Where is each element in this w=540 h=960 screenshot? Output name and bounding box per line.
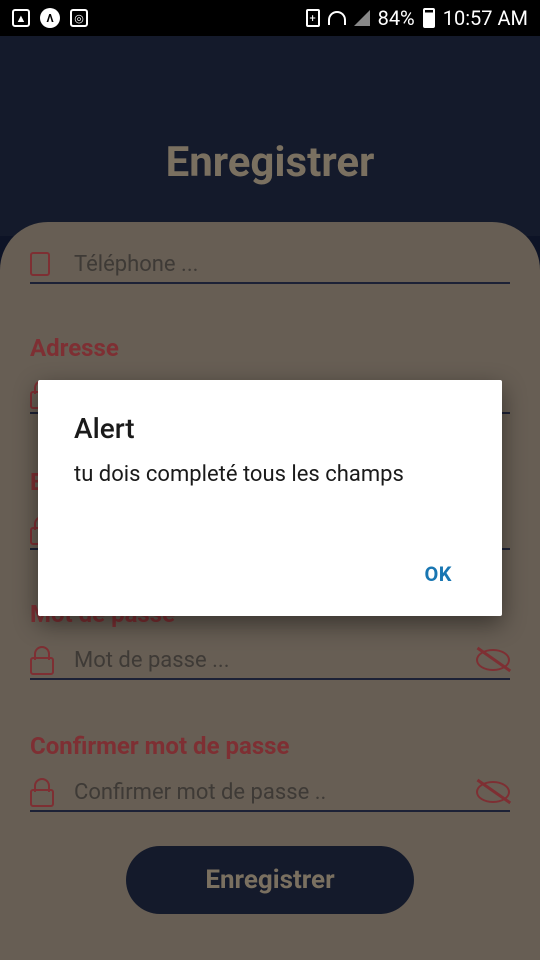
battery-icon <box>422 8 435 28</box>
system-icons: + 84% 10:57 AM <box>305 6 528 30</box>
alert-message: tu dois completé tous les champs <box>74 462 404 487</box>
instagram-icon: ◎ <box>70 9 88 27</box>
telephone-placeholder: Téléphone ... <box>74 251 199 277</box>
password-placeholder: Mot de passe ... <box>74 647 230 673</box>
notification-icons: ▲ Λ ◎ <box>12 8 88 28</box>
eye-off-icon[interactable] <box>476 649 510 671</box>
confirm-password-label: Confirmer mot de passe <box>30 732 290 760</box>
header <box>0 36 540 236</box>
phone-icon <box>30 252 50 276</box>
wifi-icon <box>327 11 346 25</box>
gallery-icon: ▲ <box>12 9 30 27</box>
signal-icon <box>353 10 370 26</box>
confirm-password-placeholder: Confirmer mot de passe .. <box>74 779 327 805</box>
ok-button[interactable]: OK <box>424 562 452 586</box>
eye-off-icon[interactable] <box>476 781 510 803</box>
lock-icon <box>30 778 54 807</box>
telephone-field[interactable]: Téléphone ... <box>30 246 510 284</box>
lock-icon <box>30 646 54 675</box>
page-title: Enregistrer <box>165 138 375 187</box>
alert-title: Alert <box>74 412 135 445</box>
address-label: Adresse <box>30 334 119 362</box>
status-bar: ▲ Λ ◎ + 84% 10:57 AM <box>0 0 540 36</box>
clock: 10:57 AM <box>442 6 528 30</box>
battery-percent: 84% <box>377 6 415 30</box>
register-button[interactable]: Enregistrer <box>126 846 414 914</box>
alert-dialog: Alert tu dois completé tous les champs O… <box>38 380 502 616</box>
confirm-password-field[interactable]: Confirmer mot de passe .. <box>30 774 510 812</box>
password-field[interactable]: Mot de passe ... <box>30 642 510 680</box>
battery-saver-icon: + <box>305 9 320 27</box>
app-icon: Λ <box>40 8 60 28</box>
